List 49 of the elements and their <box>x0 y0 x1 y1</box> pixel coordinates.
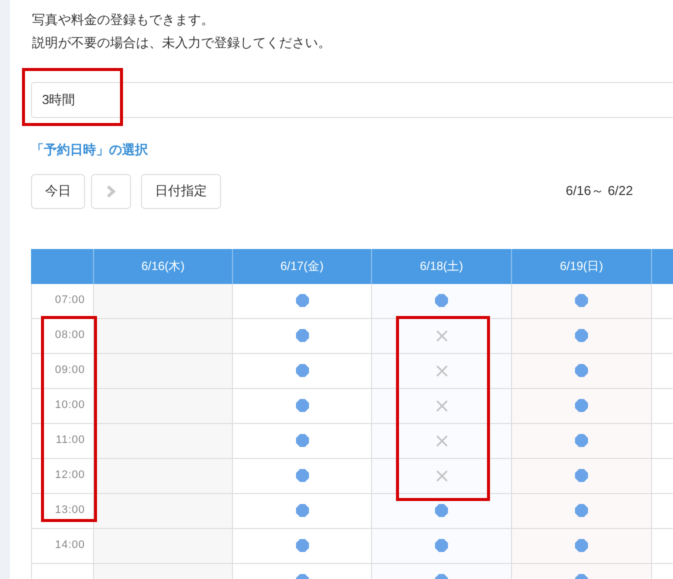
time-label: 14:00 <box>54 538 85 554</box>
cross-icon <box>436 400 448 412</box>
cross-icon <box>436 434 448 446</box>
time-label: 11:00 <box>56 433 85 448</box>
slot-cell[interactable] <box>512 494 652 528</box>
date-header: 6/17(金) <box>280 258 324 275</box>
time-label: 09:00 <box>54 363 85 378</box>
slot-cell[interactable] <box>372 388 512 422</box>
slot-cell[interactable] <box>372 318 512 352</box>
section-title: 「予約日時」の選択 <box>31 141 149 159</box>
slot-cell[interactable] <box>372 424 512 458</box>
slot-cell[interactable] <box>372 458 512 492</box>
slot-cell[interactable] <box>372 528 512 562</box>
slot-cell[interactable] <box>372 354 512 388</box>
slot-cell[interactable] <box>512 458 652 492</box>
slot-cell[interactable] <box>372 494 512 528</box>
duration-input[interactable]: 3時間 <box>31 82 673 118</box>
slot-cell[interactable] <box>512 318 652 352</box>
time-label: 12:00 <box>54 468 85 484</box>
date-range-text: 6/16～ 6/22 <box>566 182 633 200</box>
slot-cell[interactable] <box>94 388 233 422</box>
date-header: 6/18(土) <box>420 258 464 275</box>
cross-icon <box>436 470 448 482</box>
slot-cell[interactable] <box>512 388 652 422</box>
slot-cell[interactable] <box>94 494 233 528</box>
cross-icon <box>436 330 448 342</box>
time-label: 13:00 <box>54 503 85 518</box>
today-button[interactable]: 今日 <box>31 174 85 208</box>
slot-cell[interactable] <box>94 284 233 318</box>
slot-cell[interactable] <box>94 354 233 388</box>
slot-cell[interactable] <box>512 284 652 318</box>
chevron-right-icon <box>106 184 116 198</box>
time-label: 08:00 <box>54 328 85 344</box>
slot-cell[interactable] <box>94 528 233 562</box>
slot-cell[interactable] <box>372 284 512 318</box>
description-text: 写真や料金の登録もできます。 <box>32 11 215 29</box>
time-label: 07:00 <box>54 293 85 308</box>
cross-icon <box>436 364 448 376</box>
slot-cell[interactable] <box>512 528 652 562</box>
date-header: 6/19(日) <box>560 258 604 275</box>
slot-cell[interactable] <box>512 354 652 388</box>
slot-cell[interactable] <box>94 318 233 352</box>
date-header: 6/16(木) <box>141 258 185 275</box>
date-picker-button[interactable]: 日付指定 <box>141 174 221 208</box>
description-text: 説明が不要の場合は、未入力で登録してください。 <box>32 34 332 52</box>
slot-cell[interactable] <box>94 458 233 492</box>
slot-cell[interactable] <box>512 424 652 458</box>
slot-cell[interactable] <box>94 424 233 458</box>
time-label: 10:00 <box>54 398 85 414</box>
